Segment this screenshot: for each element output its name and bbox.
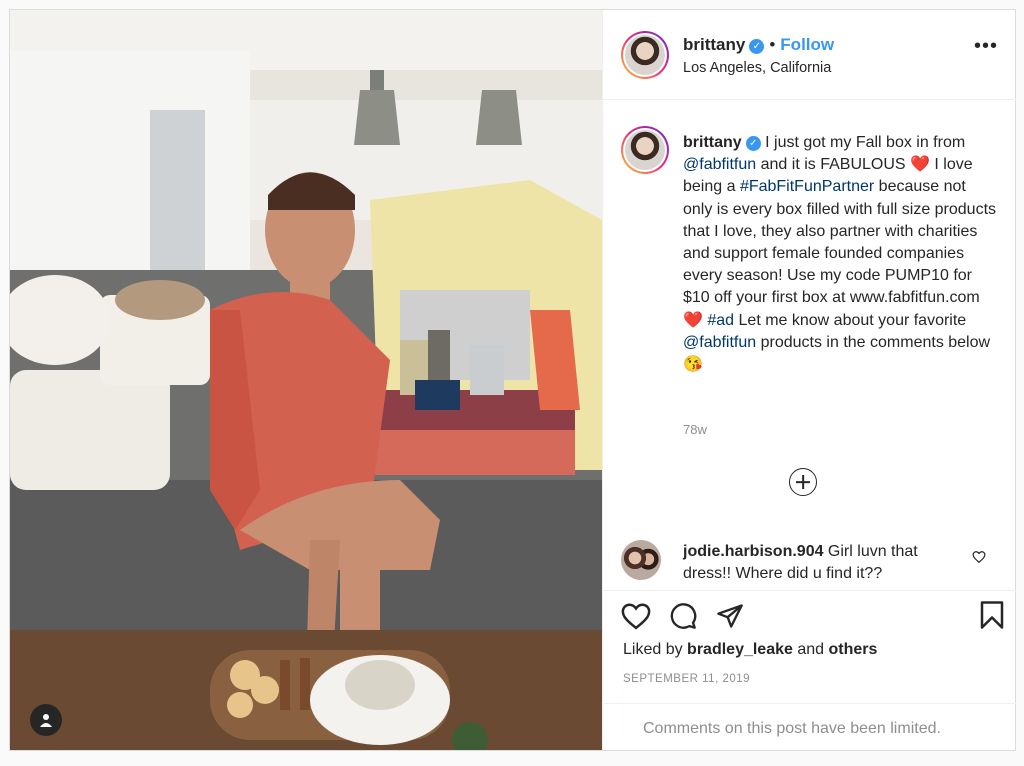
verified-badge-icon: ✓ [749,39,765,54]
comment-text: jodie.harbison.904 Girl luvn that dress!… [683,541,968,585]
caption-username[interactable]: brittany [683,134,742,151]
location-link[interactable]: Los Angeles, California [683,60,831,76]
hashtag-link[interactable]: #ad [707,312,734,329]
author-username[interactable]: brittany [683,35,745,54]
post-header: brittany ✓ • Follow Los Angeles, California… [603,10,1016,100]
verified-badge-icon: ✓ [745,136,761,151]
author-avatar[interactable] [621,31,669,79]
comments-limited-notice: Comments on this post have been limited. [603,703,1016,747]
follow-button[interactable]: Follow [780,35,834,54]
liked-by-prefix: Liked by [623,641,688,658]
caption-text: products in the comments below [756,333,991,351]
post-side-panel: brittany ✓ • Follow Los Angeles, California… [602,10,1016,750]
hashtag-link[interactable]: #FabFitFunPartner [740,178,874,195]
mention-link[interactable]: @fabfitfun [683,334,756,351]
comment-icon[interactable] [669,602,697,630]
post-image [10,10,602,750]
likes-summary: Liked by bradley_leake and others [623,641,877,659]
commenter-avatar[interactable] [621,540,661,580]
liked-by-others[interactable]: others [829,641,878,658]
comment-like-heart-icon[interactable] [972,550,986,564]
comments-scroll-area[interactable]: brittany ✓ I just got my Fall box in from… [603,100,1016,590]
heart-emoji: ❤️ [910,156,930,174]
post-photo[interactable] [10,10,602,750]
more-options-icon[interactable]: ••• [974,36,998,56]
liked-by-and: and [792,641,829,658]
commenter-username[interactable]: jodie.harbison.904 [683,543,823,560]
post-actions: Liked by bradley_leake and others SEPTEM… [603,590,1016,746]
author-line: brittany ✓ • Follow [683,35,834,55]
plus-circle-icon[interactable] [789,468,817,496]
caption-author-avatar[interactable] [621,126,669,174]
mention-link[interactable]: @fabfitfun [683,156,756,173]
liked-by-user[interactable]: bradley_leake [687,641,793,658]
caption-text: because not only is every box filled wit… [683,178,997,307]
dot-separator: • [769,35,776,54]
post-date[interactable]: SEPTEMBER 11, 2019 [623,673,750,685]
post-card: brittany ✓ • Follow Los Angeles, California… [9,9,1016,751]
heart-icon[interactable] [621,602,651,630]
bookmark-icon[interactable] [979,600,1005,630]
share-icon[interactable] [716,602,744,630]
heart-emoji: ❤️ [683,311,703,329]
user-tag-button[interactable] [30,704,62,736]
post-caption: brittany ✓ I just got my Fall box in from… [683,132,999,376]
kiss-emoji: 😘 [683,356,703,374]
caption-text: I just got my Fall box in from [760,134,966,151]
caption-text: Let me know about your favorite [734,311,967,329]
caption-time[interactable]: 78w [683,422,707,437]
user-tag-icon [40,714,52,727]
comments-limited-text: Comments on this post have been limited. [643,720,941,737]
caption-text: and it is FABULOUS [756,156,911,174]
